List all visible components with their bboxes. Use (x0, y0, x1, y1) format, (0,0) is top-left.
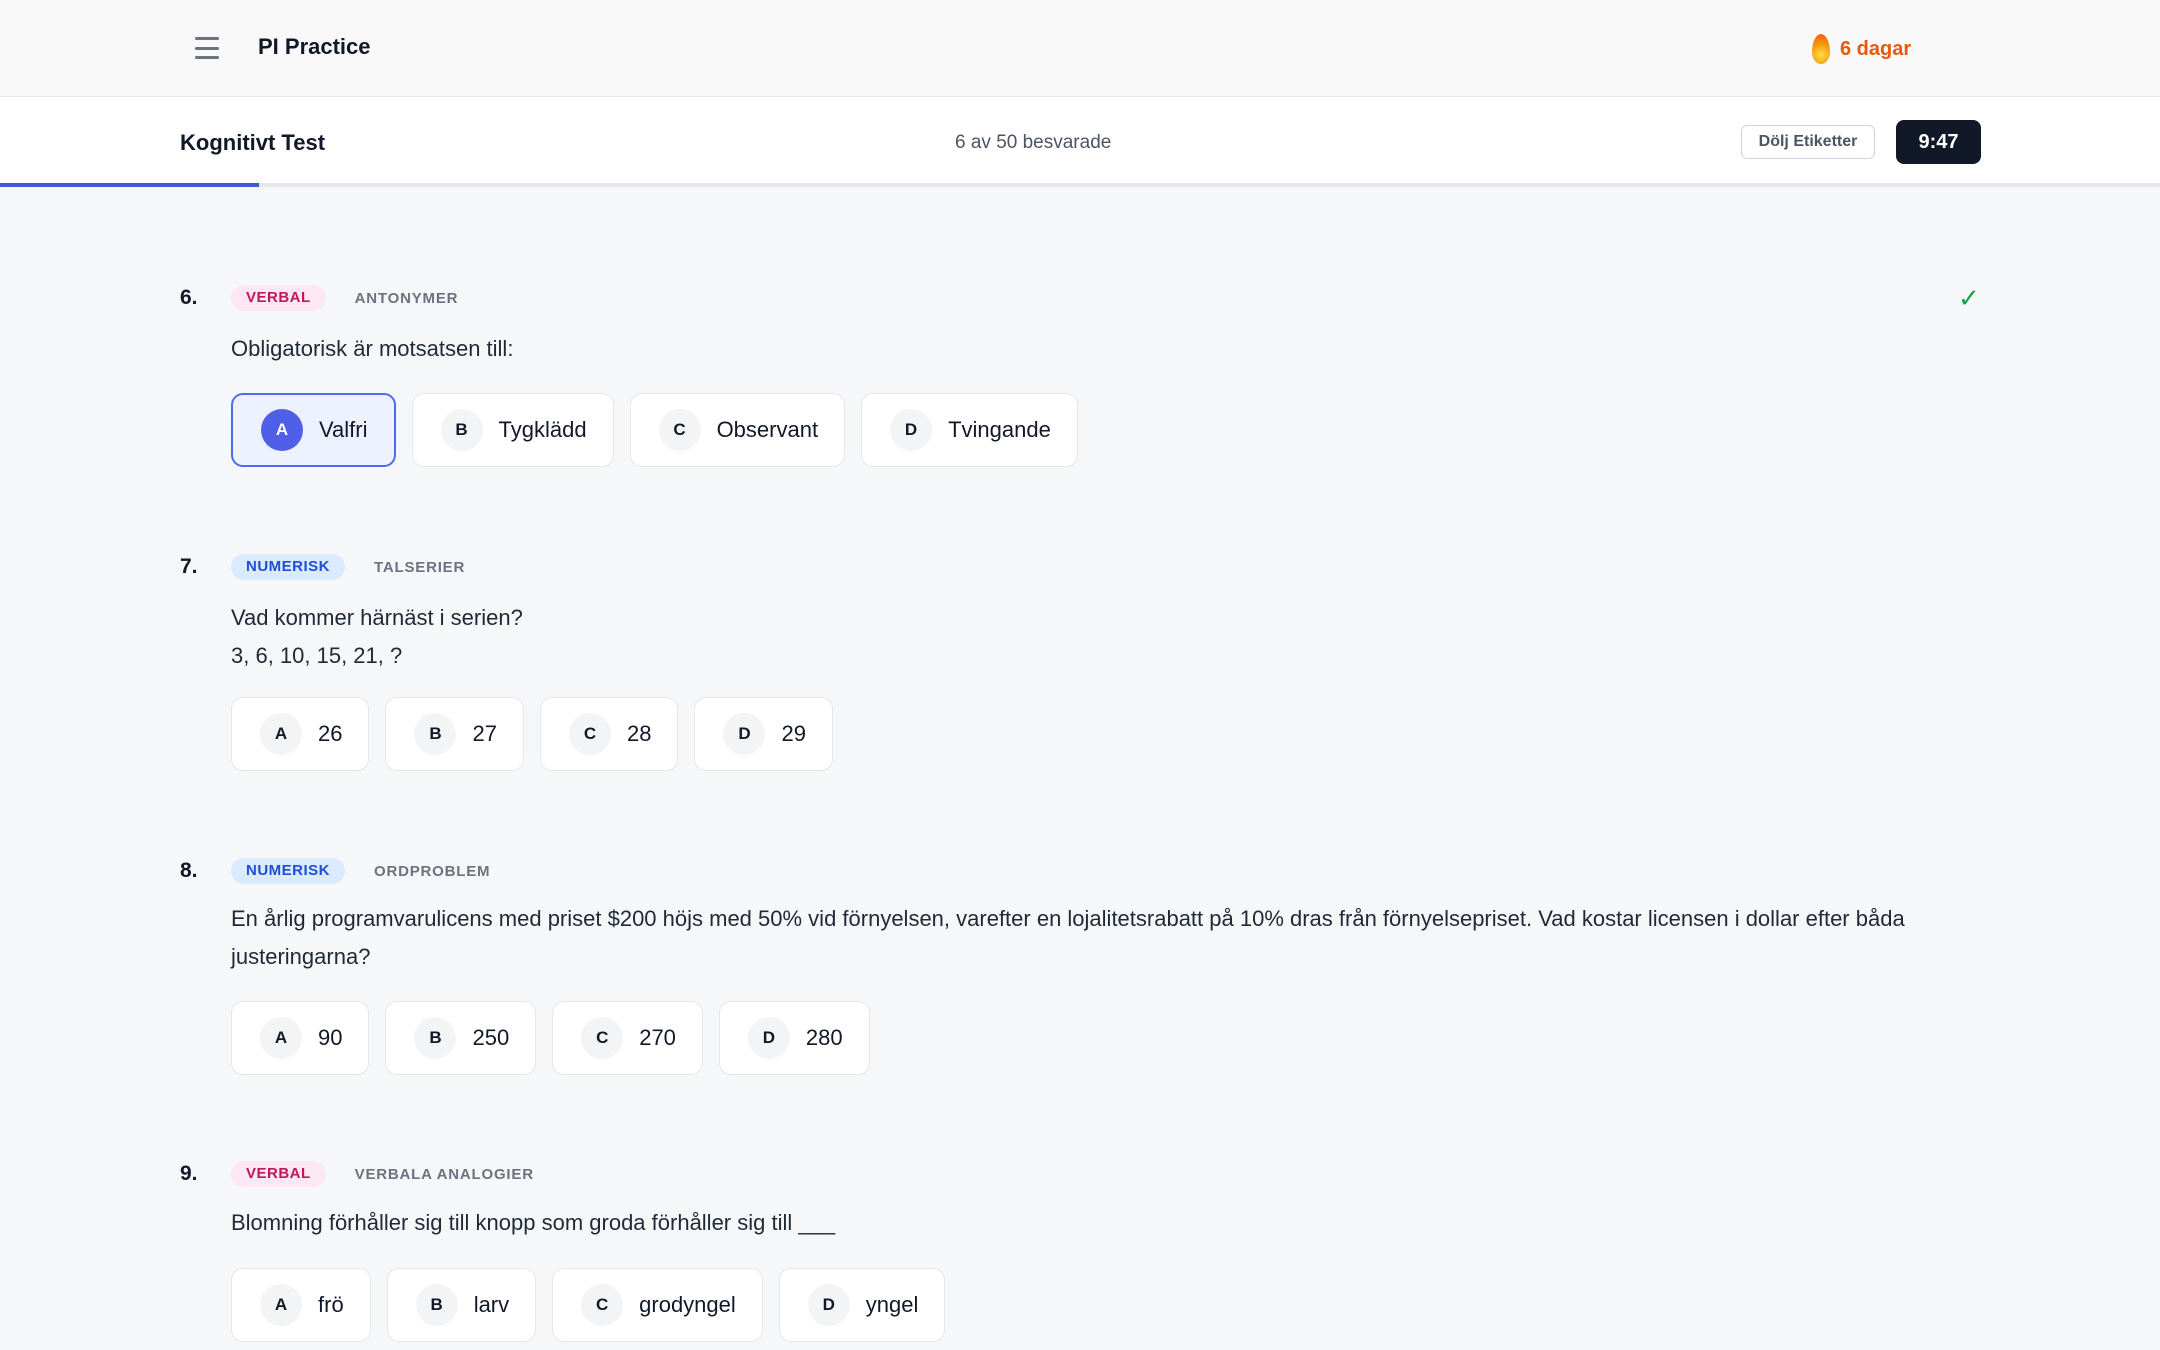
question-header: 7. NUMERISK TALSERIER (180, 554, 465, 580)
option-letter: B (415, 1284, 458, 1326)
option-a[interactable]: A 90 (231, 1001, 370, 1075)
option-letter: A (261, 409, 303, 451)
option-text: 270 (639, 1025, 676, 1050)
option-text: 29 (781, 721, 806, 746)
question-number: 8. (180, 859, 198, 882)
option-letter: A (260, 713, 302, 755)
option-text: 280 (805, 1025, 843, 1050)
option-text: 90 (318, 1025, 343, 1050)
option-letter: C (658, 409, 701, 451)
option-letter: B (440, 409, 483, 451)
option-letter: D (747, 1017, 790, 1059)
question-header: 9. VERBAL VERBALA ANALOGIER (180, 1161, 534, 1187)
option-d[interactable]: D yngel (778, 1268, 946, 1342)
subcategory-label: ORDPROBLEM (374, 862, 491, 880)
option-a[interactable]: A frö (231, 1268, 371, 1342)
option-c[interactable]: C Observant (629, 393, 846, 467)
streak-indicator: 6 dagar (1812, 34, 1911, 64)
option-text: Tygklädd (498, 417, 587, 442)
option-text: grodyngel (639, 1292, 736, 1317)
option-text: 250 (472, 1025, 510, 1050)
option-text: Tvingande (948, 417, 1051, 442)
category-badge: VERBAL (231, 285, 326, 311)
option-a[interactable]: A Valfri (231, 393, 396, 467)
option-letter: A (260, 1284, 302, 1326)
option-text: frö (318, 1292, 344, 1317)
option-b[interactable]: B 250 (385, 1001, 537, 1075)
question-header: 6. VERBAL ANTONYMER (180, 285, 458, 311)
option-text: larv (473, 1292, 510, 1317)
test-header: Kognitivt Test 6 av 50 besvarade Dölj Et… (0, 97, 2160, 187)
option-a[interactable]: A 26 (231, 697, 370, 771)
option-c[interactable]: C 28 (539, 697, 679, 771)
answer-options: A Valfri B Tygklädd C Observant D Tvinga… (231, 393, 1078, 467)
question-text: Vad kommer härnäst i serien? (231, 605, 523, 630)
option-c[interactable]: C 270 (552, 1001, 703, 1075)
streak-label: 6 dagar (1840, 37, 1912, 60)
answer-options: A frö B larv C grodyngel D yngel (231, 1268, 946, 1342)
flame-icon (1812, 34, 1830, 64)
option-text: Valfri (319, 417, 368, 442)
category-badge: NUMERISK (231, 858, 346, 884)
subcategory-label: TALSERIER (374, 558, 466, 576)
question-text: Obligatorisk är motsatsen till: (231, 336, 514, 361)
question-number: 9. (180, 1162, 198, 1185)
option-letter: B (414, 1017, 457, 1059)
option-d[interactable]: D 280 (718, 1001, 870, 1075)
option-text: yngel (865, 1292, 919, 1317)
question-text: En årlig programvarulicens med priset $2… (231, 906, 1905, 969)
subcategory-label: ANTONYMER (354, 289, 459, 307)
answered-count: 6 av 50 besvarade (955, 132, 1112, 153)
app-header: PI Practice 6 dagar (0, 0, 2160, 97)
hamburger-menu-icon[interactable] (190, 33, 224, 63)
option-b[interactable]: B 27 (385, 697, 524, 771)
answer-options: A 90 B 250 C 270 D 280 (231, 1001, 870, 1075)
category-badge: NUMERISK (231, 554, 346, 580)
question-header: 8. NUMERISK ORDPROBLEM (180, 858, 490, 884)
option-letter: D (807, 1284, 850, 1326)
question-text: Blomning förhåller sig till knopp som gr… (231, 1210, 836, 1235)
progress-bar (0, 183, 260, 187)
test-title: Kognitivt Test (180, 130, 326, 155)
question-sequence: 3, 6, 10, 15, 21, ? (231, 643, 403, 668)
option-letter: C (581, 1284, 624, 1326)
option-letter: A (260, 1017, 302, 1059)
answered-check-icon: ✓ (1958, 283, 1980, 313)
option-text: 26 (318, 721, 343, 746)
category-badge: VERBAL (231, 1161, 326, 1187)
option-c[interactable]: C grodyngel (552, 1268, 763, 1342)
timer: 9:47 (1896, 120, 1981, 164)
option-b[interactable]: B Tygklädd (411, 393, 614, 467)
option-text: 28 (626, 721, 652, 746)
option-letter: D (890, 409, 933, 451)
option-d[interactable]: D Tvingande (861, 393, 1078, 467)
option-letter: D (723, 713, 766, 755)
option-letter: C (581, 1017, 624, 1059)
option-text: Observant (716, 417, 819, 442)
option-letter: B (414, 713, 457, 755)
hide-labels-button[interactable]: Dölj Etiketter (1741, 125, 1875, 159)
option-letter: C (568, 713, 611, 755)
question-number: 6. (180, 286, 198, 309)
answer-options: A 26 B 27 C 28 D 29 (231, 697, 833, 771)
question-number: 7. (180, 555, 198, 578)
subcategory-label: VERBALA ANALOGIER (354, 1165, 534, 1183)
option-d[interactable]: D 29 (694, 697, 833, 771)
option-b[interactable]: B larv (386, 1268, 537, 1342)
app-title: PI Practice (258, 34, 371, 59)
option-text: 27 (472, 721, 497, 746)
